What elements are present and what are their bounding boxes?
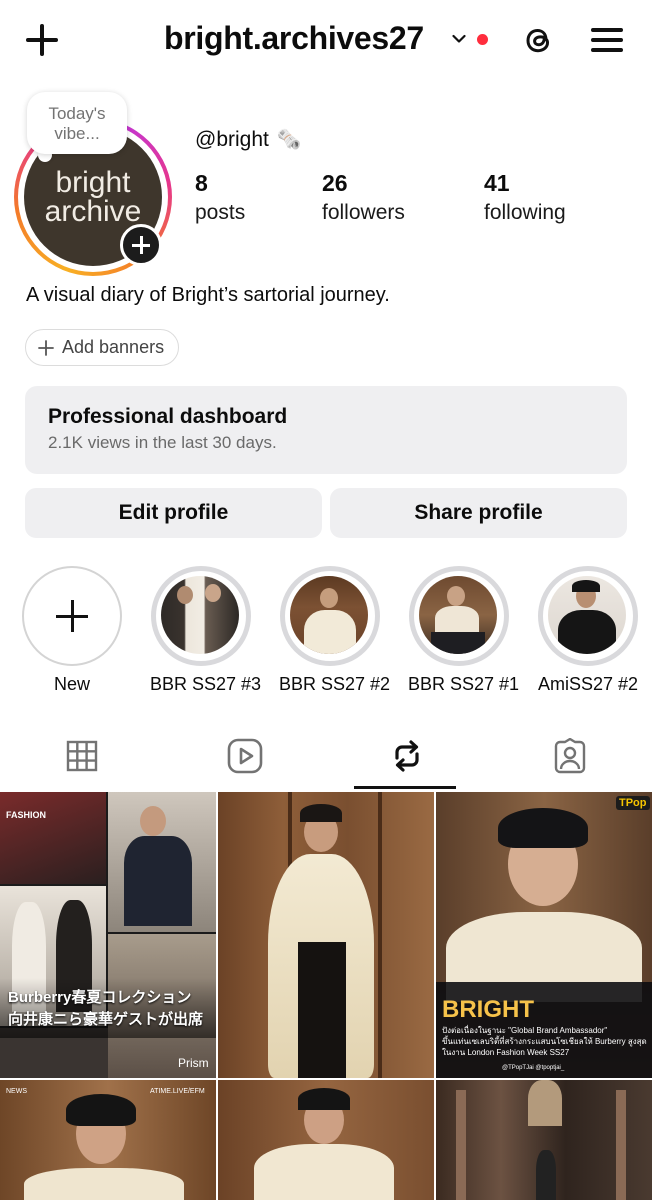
post-source: Prism bbox=[178, 1056, 209, 1070]
edit-profile-button[interactable]: Edit profile bbox=[25, 488, 322, 538]
menu-icon[interactable] bbox=[591, 26, 625, 54]
tab-reels[interactable] bbox=[163, 722, 326, 790]
plus-icon bbox=[38, 339, 54, 356]
profile-bio: A visual diary of Bright’s sartorial jou… bbox=[26, 284, 390, 306]
following-count: 41 bbox=[484, 170, 510, 196]
post-title: BRIGHT bbox=[442, 996, 534, 1023]
post-tag: NEWS bbox=[6, 1088, 27, 1095]
followers-label: followers bbox=[322, 201, 405, 224]
newspaper-icon: 🗞️ bbox=[276, 129, 302, 151]
following-stat[interactable]: 41 following bbox=[484, 170, 566, 225]
grid-post[interactable] bbox=[218, 792, 434, 1078]
grid-post[interactable] bbox=[218, 1080, 434, 1200]
post-source: ATIME.LIVE/EFM bbox=[150, 1088, 205, 1095]
active-tab-indicator bbox=[354, 786, 456, 789]
posts-label: posts bbox=[195, 201, 246, 224]
tagged-icon bbox=[554, 738, 585, 774]
add-story-icon[interactable] bbox=[120, 224, 162, 266]
note-bubble[interactable]: Today's vibe... bbox=[27, 92, 127, 154]
note-text: Today's vibe... bbox=[48, 104, 106, 143]
highlight-label: BBR SS27 #2 bbox=[279, 674, 391, 694]
post-line3: ในงาน London Fashion Week SS27 bbox=[442, 1048, 570, 1057]
reposts-icon bbox=[394, 740, 419, 772]
dashboard-subtitle: 2.1K views in the last 30 days. bbox=[48, 433, 277, 452]
dashboard-title: Professional dashboard bbox=[48, 405, 288, 428]
highlight-label: BBR SS27 #3 bbox=[150, 674, 262, 694]
highlight-label: New bbox=[53, 674, 90, 694]
following-label: following bbox=[484, 201, 566, 224]
avatar-text-line2: archive bbox=[44, 195, 142, 228]
grid-icon bbox=[66, 740, 97, 772]
tab-posts[interactable] bbox=[0, 722, 163, 790]
post-caption-line2: 向井康ニら豪華ゲストが出席 bbox=[8, 1011, 204, 1028]
highlight-item[interactable]: BBR SS27 #2 bbox=[279, 566, 391, 695]
share-profile-button[interactable]: Share profile bbox=[330, 488, 627, 538]
grid-post[interactable] bbox=[436, 1080, 652, 1200]
grid-post[interactable]: NEWS ATIME.LIVE/EFM bbox=[0, 1080, 216, 1200]
highlight-item[interactable]: AmiSS27 #2 bbox=[537, 566, 639, 695]
grid-post[interactable]: TPop BRIGHT ปังต่อเนื่องในฐานะ "Global B… bbox=[436, 792, 652, 1078]
plus-icon bbox=[56, 600, 88, 632]
tab-tagged[interactable] bbox=[488, 722, 651, 790]
profile-handle: @bright 🗞️ bbox=[195, 127, 302, 152]
create-plus-icon[interactable] bbox=[24, 22, 60, 58]
posts-count: 8 bbox=[195, 170, 208, 196]
post-tag: FASHION bbox=[6, 810, 47, 820]
handle-text: @bright bbox=[195, 127, 269, 151]
highlight-item[interactable]: BBR SS27 #3 bbox=[150, 566, 262, 695]
account-username[interactable]: bright.archives27 bbox=[164, 20, 424, 57]
profile-tabs bbox=[0, 722, 652, 790]
highlight-label: BBR SS27 #1 bbox=[408, 674, 520, 694]
add-banners-button[interactable]: Add banners bbox=[25, 329, 180, 366]
tab-reposts[interactable] bbox=[325, 722, 488, 790]
top-bar: bright.archives27 bbox=[0, 0, 652, 82]
highlight-item[interactable]: BBR SS27 #1 bbox=[408, 566, 520, 695]
post-caption-line1: Burberry春夏コレクション bbox=[8, 989, 192, 1006]
threads-icon[interactable] bbox=[519, 20, 559, 60]
highlight-label: AmiSS27 #2 bbox=[537, 674, 639, 694]
reels-icon bbox=[227, 738, 262, 774]
posts-stat[interactable]: 8 posts bbox=[195, 170, 245, 225]
notification-dot bbox=[477, 34, 488, 45]
post-footer: @TPopTJai @tpoptjai_ bbox=[502, 1065, 565, 1071]
brand-logo: TPop bbox=[616, 796, 650, 810]
avatar-text-line1: bright bbox=[55, 166, 131, 199]
highlight-new[interactable]: New bbox=[21, 566, 123, 695]
add-banners-label: Add banners bbox=[62, 337, 165, 357]
followers-count: 26 bbox=[322, 170, 348, 196]
professional-dashboard[interactable]: Professional dashboard 2.1K views in the… bbox=[25, 386, 627, 474]
followers-stat[interactable]: 26 followers bbox=[322, 170, 405, 225]
chevron-down-icon[interactable] bbox=[452, 32, 466, 46]
grid-post[interactable]: FASHION Burberry春夏コレクション 向井康ニら豪華ゲストが出席 P… bbox=[0, 792, 216, 1078]
